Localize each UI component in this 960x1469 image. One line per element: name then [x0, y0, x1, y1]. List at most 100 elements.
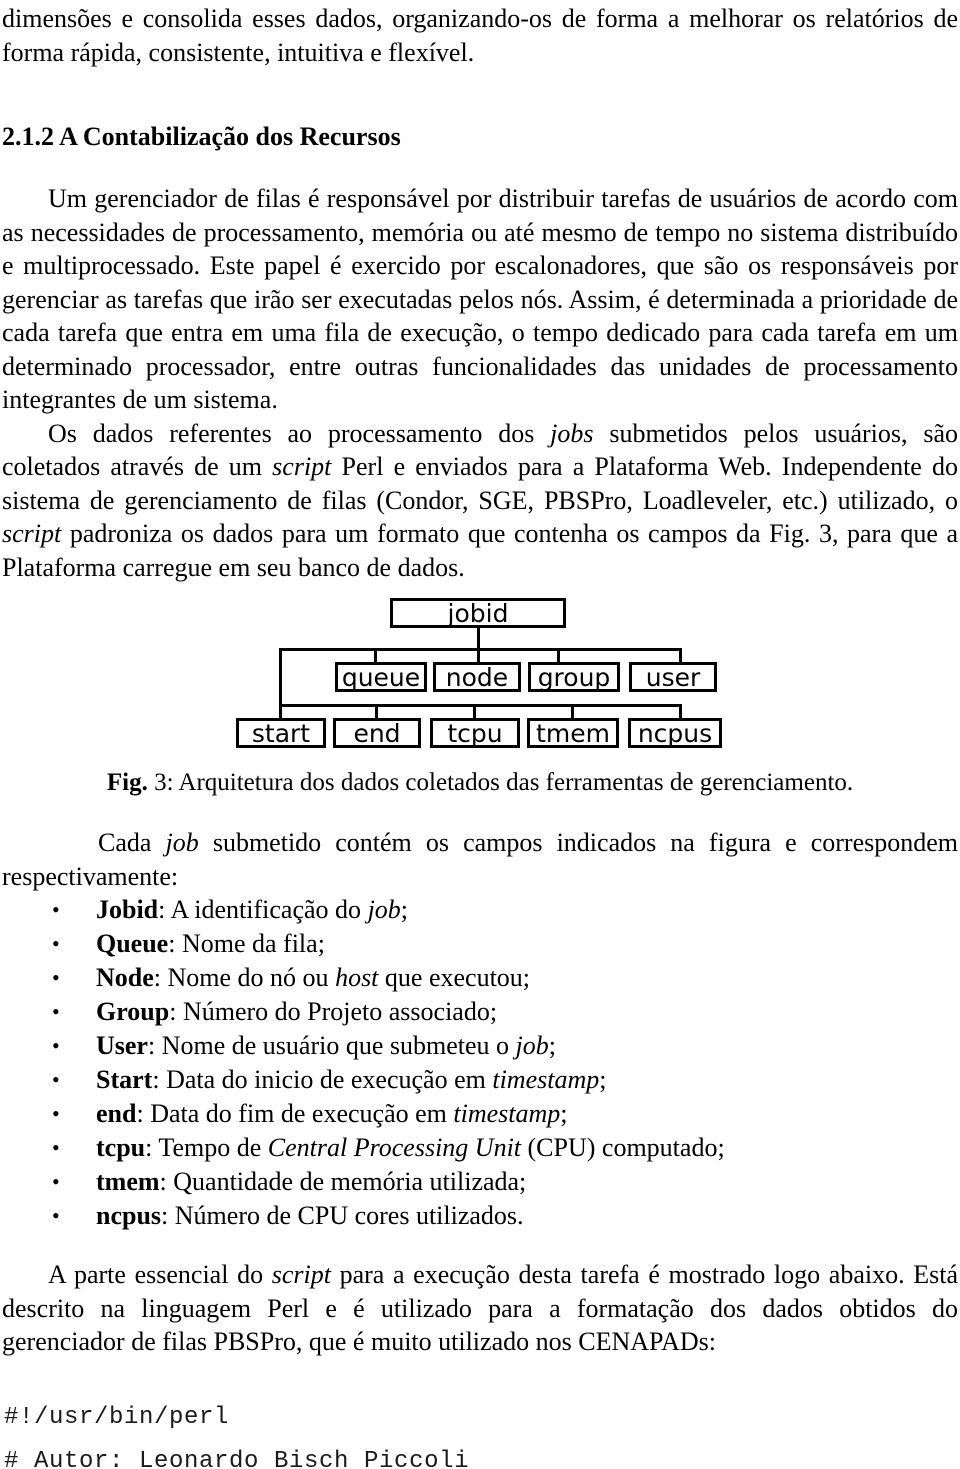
field-separator: : [159, 1167, 174, 1196]
body-paragraph-2: Os dados referentes ao processamento dos… [2, 417, 958, 585]
body-paragraph-4: A parte essencial do script para a execu… [2, 1258, 958, 1359]
field-emphasis: timestamp [492, 1065, 600, 1094]
field-description-tail: ; [400, 895, 409, 924]
diagram-node-end: end [333, 718, 421, 748]
connector-drop-tcpu [473, 704, 476, 718]
field-description: Quantidade de memória utilizada; [173, 1167, 527, 1196]
list-item: • tmem: Quantidade de memória utilizada; [0, 1165, 956, 1199]
diagram-node-user: user [629, 662, 717, 692]
field-separator: : [169, 997, 183, 1026]
field-description: Nome da fila; [181, 929, 325, 958]
figure-caption-text: 3: Arquitetura dos dados coletados das f… [147, 769, 854, 796]
para2-text-1: Os dados referentes ao processamento dos [48, 418, 551, 448]
figure-3: jobid queue node group user start end tc… [0, 588, 960, 760]
field-separator: : [153, 963, 168, 992]
connector-left-spine [279, 648, 282, 706]
bullet-icon: • [52, 1067, 60, 1092]
field-separator: : [168, 929, 182, 958]
para3-text-1: Cada [98, 828, 166, 857]
field-separator: : [136, 1099, 151, 1128]
para2-emphasis-script-1: script [272, 452, 332, 481]
field-description-tail: ; [560, 1099, 568, 1128]
field-emphasis: host [335, 963, 379, 992]
para2-text-4: padroniza os dados para um formato que c… [2, 519, 958, 582]
list-item: • Group: Número do Projeto associado; [0, 995, 956, 1029]
field-description: Nome de usuário que submeteu o [161, 1031, 516, 1060]
field-term: Jobid [96, 895, 159, 924]
para4-text-1: A parte essencial do [48, 1260, 272, 1289]
field-emphasis: job [515, 1031, 549, 1060]
bullet-icon: • [52, 965, 60, 990]
field-separator: : [161, 1201, 175, 1230]
list-item: • ncpus: Número de CPU cores utilizados. [0, 1199, 956, 1233]
connector-drop-user [679, 648, 682, 662]
field-term: Node [96, 963, 154, 992]
connector-root-stem [477, 628, 480, 650]
field-emphasis: job [367, 895, 401, 924]
field-description: Número de CPU cores utilizados. [174, 1201, 524, 1230]
field-emphasis: Central Processing Unit [267, 1133, 522, 1162]
body-paragraph-1: Um gerenciador de filas é responsável po… [2, 184, 958, 414]
section-heading: 2.1.2 A Contabilização dos Recursos [2, 122, 401, 151]
diagram-node-jobid: jobid [390, 598, 566, 628]
field-term: end [96, 1099, 137, 1128]
job-field-list: • Jobid: A identificação do job; • Queue: N… [0, 893, 956, 1233]
field-term: Start [96, 1065, 153, 1094]
diagram-node-ncpus: ncpus [628, 718, 722, 748]
field-separator: : [158, 895, 171, 924]
list-item: • Start: Data do inicio de execução em ti… [0, 1063, 956, 1097]
field-description: Tempo de [158, 1133, 268, 1162]
field-description-tail: que executou; [378, 963, 531, 992]
intro-paragraph: dimensões e consolida esses dados, organ… [2, 4, 958, 67]
field-term: Queue [96, 929, 169, 958]
connector-drop-group [557, 648, 560, 662]
field-description: Data do fim de execução em [150, 1099, 454, 1128]
field-separator: : [147, 1031, 162, 1060]
field-term: User [96, 1031, 148, 1060]
connector-drop-ncpus [679, 704, 682, 718]
para4-emphasis-script: script [271, 1260, 331, 1289]
field-description: Nome do nó ou [167, 963, 336, 992]
connector-bus-level2 [279, 648, 682, 651]
list-item: • end: Data do fim de execução em timesta… [0, 1097, 956, 1131]
body-paragraph-3: Cada job submetido contém os campos indi… [2, 826, 958, 893]
diagram-node-tmem: tmem [527, 718, 619, 748]
field-separator: : [145, 1133, 159, 1162]
list-item: • Queue: Nome da fila; [0, 927, 956, 961]
connector-drop-start [279, 704, 282, 718]
code-line: # Autor: Leonardo Bisch Piccoli [4, 1448, 470, 1469]
bullet-icon: • [52, 999, 60, 1024]
diagram-node-node: node [433, 662, 521, 692]
bullet-icon: • [52, 931, 60, 956]
field-term: tmem [96, 1167, 160, 1196]
field-description-tail: ; [548, 1031, 556, 1060]
field-description-tail: (CPU) computado; [521, 1133, 725, 1162]
diagram-node-start: start [236, 718, 326, 748]
field-term: ncpus [96, 1201, 162, 1230]
diagram-node-queue: queue [335, 662, 427, 692]
field-description-tail: ; [599, 1065, 607, 1094]
connector-drop-queue [374, 648, 377, 662]
figure-caption: Fig. 3: Arquitetura dos dados coletados … [0, 768, 960, 798]
list-item: • tcpu: Tempo de Central Processing Unit … [0, 1131, 956, 1165]
bullet-icon: • [52, 897, 60, 922]
document-page: dimensões e consolida esses dados, organ… [0, 0, 960, 1469]
connector-drop-node [477, 648, 480, 662]
diagram-node-tcpu: tcpu [430, 718, 520, 748]
architecture-diagram: jobid queue node group user start end tc… [0, 588, 960, 760]
diagram-node-group: group [528, 662, 620, 692]
para2-emphasis-script-2: script [2, 519, 62, 548]
field-separator: : [152, 1065, 167, 1094]
list-item: • Jobid: A identificação do job; [0, 893, 956, 927]
figure-caption-label: Fig. [106, 769, 148, 796]
body-paragraph-group-1: Um gerenciador de filas é responsável po… [2, 182, 958, 584]
bullet-icon: • [52, 1101, 60, 1126]
bullet-icon: • [52, 1135, 60, 1160]
field-description: Data do inicio de execução em [166, 1065, 493, 1094]
para2-emphasis-jobs: jobs [550, 418, 594, 448]
bullet-icon: • [52, 1169, 60, 1194]
para3-emphasis-job: job [165, 828, 199, 857]
field-term: tcpu [96, 1133, 146, 1162]
connector-bus-level3 [279, 704, 682, 707]
list-item: • User: Nome de usuário que submeteu o jo… [0, 1029, 956, 1063]
